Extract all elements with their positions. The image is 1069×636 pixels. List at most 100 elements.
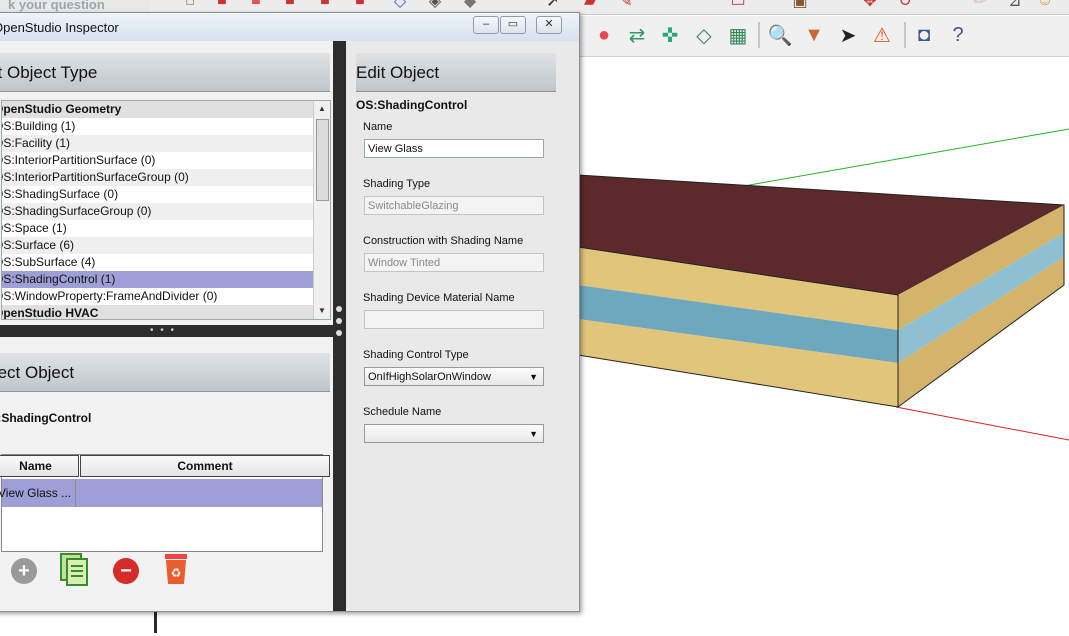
red-box-icon[interactable]: ■ [212, 0, 232, 10]
chevron-down-icon: ▼ [529, 372, 538, 382]
toolbar-separator [758, 22, 760, 48]
push-pull-icon[interactable]: ▣ [790, 0, 810, 10]
list-item[interactable]: OS:ShadingControl (1) [2, 271, 330, 288]
model-viewport[interactable] [577, 57, 1069, 633]
warning-icon[interactable]: ⚠ [868, 20, 896, 50]
rotate-icon[interactable]: ↻ [895, 0, 915, 10]
recycle-bin-icon: ♻ [165, 554, 187, 584]
inspector-window[interactable]: OpenStudio Inspector – ▭ ✕ Select Object… [0, 12, 580, 612]
toolbar-separator [904, 22, 906, 48]
window-title: OpenStudio Inspector [0, 20, 119, 35]
rectangle-tool-icon[interactable]: ▭ [728, 0, 748, 10]
material-label: Shading Device Material Name [363, 292, 515, 304]
list-item[interactable]: OS:SubSurface (4) [2, 254, 330, 271]
house-icon[interactable]: ⌂ [180, 0, 200, 10]
space-type-icon[interactable]: ● [590, 20, 618, 50]
control-type-label: Shading Control Type [363, 349, 469, 361]
control-type-value: OnIfHighSolarOnWindow [368, 371, 491, 383]
edit-object-type-label: OS:ShadingControl [356, 98, 468, 112]
list-item[interactable]: OS:WindowProperty:FrameAndDivider (0) [2, 288, 330, 305]
grid-icon[interactable]: ▦ [724, 20, 752, 50]
horizontal-splitter[interactable]: • • • [0, 325, 333, 337]
table-row[interactable]: View Glass ... [0, 479, 322, 507]
svg-text:♻: ♻ [171, 566, 182, 580]
construction-field: Window Tinted [364, 253, 544, 272]
comment-column-header[interactable]: Comment [80, 455, 330, 477]
row-comment-cell[interactable] [80, 479, 320, 507]
remove-object-button[interactable]: − [109, 554, 143, 588]
material-field [364, 310, 544, 329]
schedule-label: Schedule Name [363, 406, 442, 418]
list-group-header[interactable]: OpenStudio HVAC [2, 305, 330, 319]
list-item[interactable]: OS:InteriorPartitionSurfaceGroup (0) [2, 169, 330, 186]
list-item[interactable]: OS:Space (1) [2, 220, 330, 237]
help-icon[interactable]: ? [944, 20, 972, 50]
list-item[interactable]: OS:ShadingSurface (0) [2, 186, 330, 203]
control-type-dropdown[interactable]: OnIfHighSolarOnWindow ▼ [364, 367, 544, 386]
scroll-up-arrow-icon[interactable]: ▲ [314, 101, 330, 117]
minimize-button[interactable]: – [473, 16, 499, 34]
red-axis [895, 406, 1069, 441]
list-item[interactable]: OS:ShadingSurfaceGroup (0) [2, 203, 330, 220]
list-item[interactable]: OS:Facility (1) [2, 135, 330, 152]
red-box-icon[interactable]: ■ [315, 0, 335, 10]
select-arrow-icon[interactable]: ➚ [543, 0, 563, 10]
pencil-icon[interactable]: ✎ [616, 0, 636, 10]
floor-icon[interactable]: ◇ [690, 20, 718, 50]
edit-object-pane: Edit Object OS:ShadingControl Name View … [346, 41, 579, 611]
move-icon[interactable]: ✥ [860, 0, 880, 10]
arrow-cursor-icon[interactable]: ➤ [834, 20, 862, 50]
close-button[interactable]: ✕ [536, 16, 562, 34]
arc-icon[interactable]: ⌒ [670, 0, 690, 12]
scroll-down-arrow-icon[interactable]: ▼ [314, 303, 330, 319]
eraser-icon[interactable]: ▰ [580, 0, 600, 10]
splitter-grip[interactable] [336, 318, 342, 324]
select-object-title: Select Object [0, 363, 75, 382]
object-type-scrollbar[interactable]: ▲ ▼ [313, 101, 330, 319]
chevron-down-icon: ▼ [529, 429, 538, 439]
search-zoom-icon[interactable]: 🔍 [766, 20, 794, 50]
restore-button[interactable]: ▭ [500, 16, 526, 34]
hidden-line-icon[interactable]: ◈ [425, 0, 445, 10]
building-model [577, 128, 1069, 441]
wireframe-box-icon[interactable]: ◇ [390, 0, 410, 10]
list-item[interactable]: OS:Surface (6) [2, 237, 330, 254]
openstudio-icon[interactable]: ◘ [910, 20, 938, 50]
purge-objects-button[interactable]: ♻ [159, 551, 193, 585]
background-search-text: k your question [8, 0, 105, 12]
name-label: Name [363, 121, 393, 133]
copy-object-button[interactable] [57, 552, 91, 586]
add-object-button[interactable]: + [7, 554, 41, 588]
list-group-header[interactable]: OpenStudio Geometry [2, 101, 330, 118]
splitter-grip[interactable] [336, 330, 342, 336]
funnel-icon[interactable]: ▼ [800, 20, 828, 50]
vertical-splitter[interactable] [333, 41, 346, 611]
tape-icon[interactable]: ✏ [970, 0, 990, 10]
list-item[interactable]: OS:InteriorPartitionSurface (0) [2, 152, 330, 169]
red-box-icon[interactable]: ■ [246, 0, 266, 10]
splitter-grip[interactable] [336, 306, 342, 312]
text-icon[interactable]: ☺ [1035, 0, 1055, 10]
row-name-cell[interactable]: View Glass ... [0, 479, 76, 507]
object-type-list[interactable]: OpenStudio Geometry OS:Building (1) OS:Fac… [1, 100, 331, 320]
select-object-header: Select Object [0, 353, 330, 392]
name-field[interactable]: View Glass [364, 139, 544, 158]
edit-object-title: Edit Object [356, 63, 440, 82]
schedule-dropdown[interactable]: ▼ [364, 424, 544, 443]
red-box-icon[interactable]: ■ [350, 0, 370, 10]
openstudio-toolbar: ● ⇄ ✜ ◇ ▦ 🔍 ▼ ➤ ⚠ ◘ ? [578, 16, 1069, 57]
shaded-icon[interactable]: ◆ [460, 0, 480, 10]
surface-matching-icon[interactable]: ⇄ [623, 20, 651, 50]
object-type-header: Select Object Type [0, 53, 330, 92]
copy-icon [60, 553, 88, 586]
red-box-icon[interactable]: ■ [280, 0, 300, 10]
list-item[interactable]: OS:Building (1) [2, 118, 330, 135]
shading-type-field: SwitchableGlazing [364, 196, 544, 215]
intersect-icon[interactable]: ✜ [656, 20, 684, 50]
object-table[interactable]: Name Comment View Glass ... [0, 454, 330, 552]
name-column-header[interactable]: Name [0, 455, 79, 477]
dimension-icon[interactable]: ⊿ [1005, 0, 1025, 10]
scroll-thumb[interactable] [316, 119, 329, 201]
left-pane: Select Object Type OpenStudio GeometryOS… [0, 41, 333, 611]
window-titlebar[interactable]: OpenStudio Inspector – ▭ ✕ [0, 13, 579, 42]
